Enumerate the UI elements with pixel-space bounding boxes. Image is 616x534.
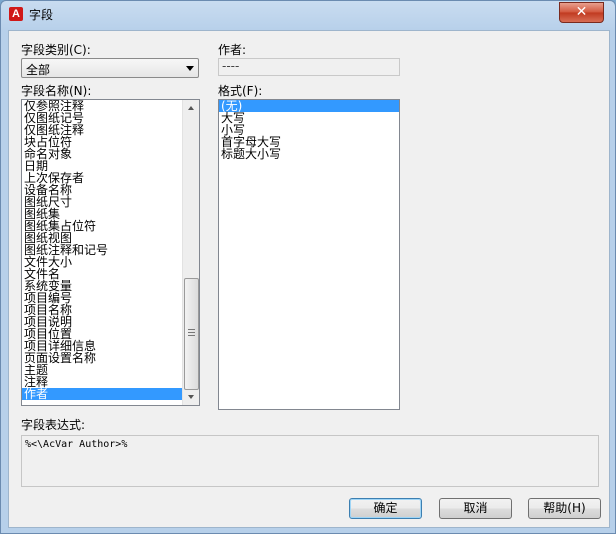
autocad-logo-icon: A: [9, 7, 23, 21]
dialog-body: 字段类别(C): 全部 字段名称(N): 仅参照注释 仅图纸记号 仅图纸注释 块占位符…: [8, 30, 610, 528]
field-list-scrollbar[interactable]: [182, 100, 199, 405]
close-button[interactable]: ✕: [559, 2, 604, 23]
title-bar[interactable]: A 字段 ✕: [1, 1, 615, 29]
author-value: ----: [222, 59, 240, 73]
arrow-down-icon: [188, 395, 194, 399]
expression-label: 字段表达式:: [21, 418, 86, 432]
scroll-up-button[interactable]: [183, 100, 199, 116]
list-item[interactable]: 作者: [22, 388, 182, 400]
field-name-label: 字段名称(N):: [21, 84, 92, 98]
chevron-down-icon: [186, 66, 194, 71]
scroll-thumb[interactable]: [184, 278, 199, 390]
grip-line: [188, 335, 195, 336]
category-value: 全部: [26, 63, 51, 77]
scroll-down-button[interactable]: [183, 389, 199, 405]
format-list[interactable]: (无) 大写 小写 首字母大写 标题大小写: [218, 99, 400, 410]
cancel-button[interactable]: 取消: [439, 498, 512, 519]
grip-line: [188, 332, 195, 333]
grip-line: [188, 329, 195, 330]
arrow-up-icon: [188, 106, 194, 110]
field-name-items: 仅参照注释 仅图纸记号 仅图纸注释 块占位符 命名对象 日期 上次保存者 设备名称 图纸尺寸 图纸…: [22, 100, 182, 400]
format-label: 格式(F):: [218, 84, 263, 98]
field-dialog: A 字段 ✕ 字段类别(C): 全部 字段名称(N): 仅参照注释 仅图纸记号 仅图…: [0, 0, 616, 534]
author-label: 作者:: [218, 43, 247, 57]
ok-button[interactable]: 确定: [349, 498, 422, 519]
list-item[interactable]: 大写: [219, 112, 399, 124]
list-item[interactable]: 标题大小写: [219, 148, 399, 160]
list-item[interactable]: (无): [219, 100, 399, 112]
category-label: 字段类别(C):: [21, 43, 91, 57]
field-name-list[interactable]: 仅参照注释 仅图纸记号 仅图纸注释 块占位符 命名对象 日期 上次保存者 设备名称 图纸尺寸 图纸…: [21, 99, 200, 406]
field-expression-box[interactable]: %<\AcVar Author>%: [21, 435, 599, 487]
category-dropdown[interactable]: 全部: [21, 58, 199, 78]
format-items: (无) 大写 小写 首字母大写 标题大小写: [219, 100, 399, 160]
help-button[interactable]: 帮助(H): [528, 498, 601, 519]
author-value-field: ----: [218, 58, 400, 76]
window-title: 字段: [29, 8, 54, 22]
field-expression-value: %<\AcVar Author>%: [25, 439, 128, 450]
